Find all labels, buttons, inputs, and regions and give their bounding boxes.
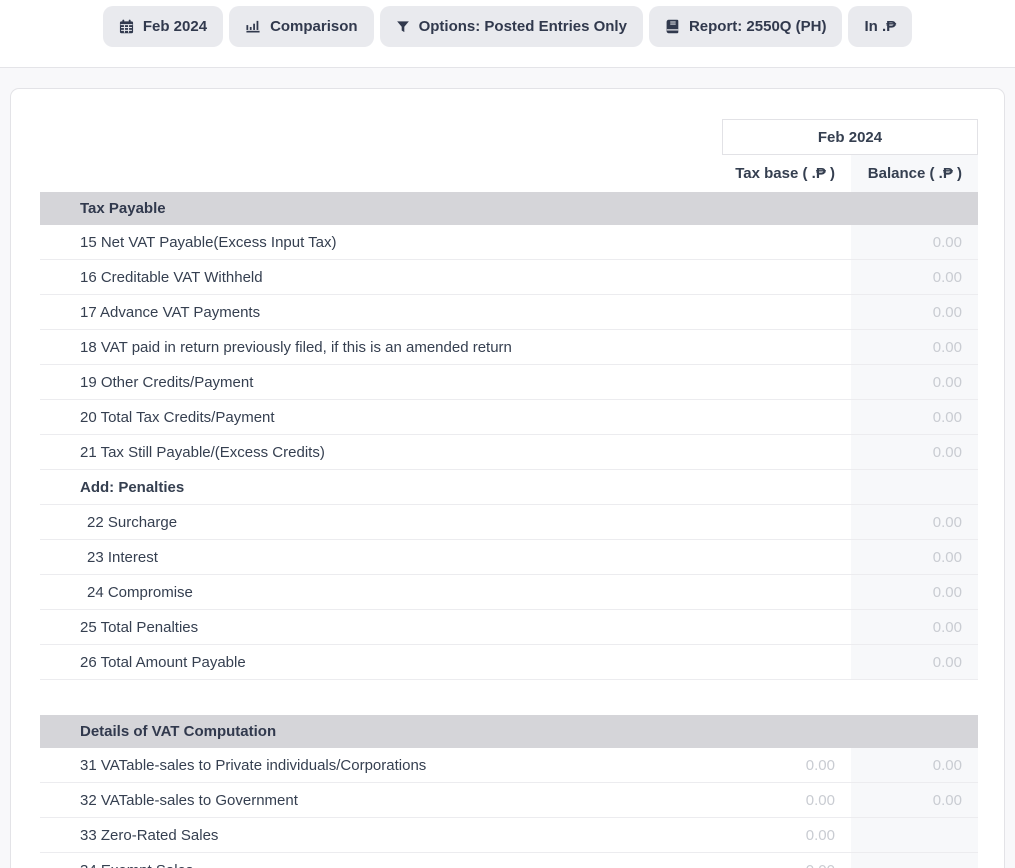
- balance-cell[interactable]: 0.00: [851, 260, 978, 294]
- table-row[interactable]: 18 VAT paid in return previously filed, …: [40, 330, 978, 365]
- tax-base-cell[interactable]: [724, 400, 851, 434]
- table-row[interactable]: 22 Surcharge 0.00: [40, 505, 978, 540]
- balance-cell[interactable]: [851, 818, 978, 852]
- table-row[interactable]: 19 Other Credits/Payment 0.00: [40, 365, 978, 400]
- report-variant-button[interactable]: Report: 2550Q (PH): [649, 6, 843, 47]
- tax-base-cell[interactable]: [724, 330, 851, 364]
- table-row[interactable]: 26 Total Amount Payable 0.00: [40, 645, 978, 680]
- balance-cell[interactable]: 0.00: [851, 330, 978, 364]
- column-header-balance: Balance ( .₱ ): [851, 155, 978, 192]
- tax-base-cell[interactable]: 0.00: [724, 783, 851, 817]
- tax-base-cell[interactable]: [724, 540, 851, 574]
- currency-button-label: In .₱: [864, 18, 896, 35]
- table-row[interactable]: 32 VATable-sales to Government0.000.00: [40, 783, 978, 818]
- row-label[interactable]: 17 Advance VAT Payments: [40, 295, 724, 329]
- table-row[interactable]: 33 Zero-Rated Sales0.00: [40, 818, 978, 853]
- row-label[interactable]: 22 Surcharge: [40, 505, 724, 539]
- period-header-cell: Feb 2024: [722, 119, 978, 155]
- options-button-label: Options: Posted Entries Only: [419, 18, 627, 35]
- tax-base-cell[interactable]: [724, 225, 851, 259]
- tax-base-cell[interactable]: [724, 505, 851, 539]
- tax-base-cell[interactable]: 0.00: [724, 818, 851, 852]
- row-label[interactable]: 23 Interest: [40, 540, 724, 574]
- row-label[interactable]: 25 Total Penalties: [40, 610, 724, 644]
- tax-base-cell[interactable]: [724, 575, 851, 609]
- report-table-body: Tax Payable15 Net VAT Payable(Excess Inp…: [40, 192, 978, 868]
- table-row[interactable]: 34 Exempt Sales0.00: [40, 853, 978, 868]
- section-gap: [40, 680, 978, 715]
- options-button[interactable]: Options: Posted Entries Only: [380, 6, 643, 47]
- tax-base-cell[interactable]: [724, 365, 851, 399]
- tax-base-cell[interactable]: [724, 260, 851, 294]
- calendar-icon: [119, 19, 134, 34]
- row-label[interactable]: 16 Creditable VAT Withheld: [40, 260, 724, 294]
- period-header-row: Feb 2024: [40, 119, 978, 155]
- table-row[interactable]: 25 Total Penalties 0.00: [40, 610, 978, 645]
- balance-cell[interactable]: 0.00: [851, 610, 978, 644]
- row-label[interactable]: 19 Other Credits/Payment: [40, 365, 724, 399]
- balance-cell[interactable]: 0.00: [851, 748, 978, 782]
- currency-button[interactable]: In .₱: [848, 6, 912, 47]
- row-label[interactable]: 34 Exempt Sales: [40, 853, 724, 868]
- report-variant-button-label: Report: 2550Q (PH): [689, 18, 827, 35]
- row-label[interactable]: 24 Compromise: [40, 575, 724, 609]
- row-label[interactable]: 26 Total Amount Payable: [40, 645, 724, 679]
- balance-cell[interactable]: 0.00: [851, 225, 978, 259]
- tax-base-cell[interactable]: [724, 470, 851, 504]
- tax-base-cell[interactable]: [724, 435, 851, 469]
- table-row[interactable]: 21 Tax Still Payable/(Excess Credits) 0.0…: [40, 435, 978, 470]
- period-button[interactable]: Feb 2024: [103, 6, 223, 47]
- page-content: Feb 2024 Tax base ( .₱ ) Balance ( .₱ ) …: [0, 68, 1015, 868]
- balance-cell[interactable]: 0.00: [851, 645, 978, 679]
- tax-base-cell[interactable]: 0.00: [724, 853, 851, 868]
- tax-base-cell[interactable]: [724, 295, 851, 329]
- toolbar: Feb 2024 Comparison Options: Posted Entr…: [0, 0, 1015, 68]
- balance-cell[interactable]: [851, 470, 978, 504]
- row-label[interactable]: 21 Tax Still Payable/(Excess Credits): [40, 435, 724, 469]
- table-row[interactable]: 20 Total Tax Credits/Payment 0.00: [40, 400, 978, 435]
- section-header: Details of VAT Computation: [40, 715, 978, 748]
- row-label[interactable]: 15 Net VAT Payable(Excess Input Tax): [40, 225, 724, 259]
- row-label[interactable]: Add: Penalties: [40, 470, 724, 504]
- balance-cell[interactable]: 0.00: [851, 435, 978, 469]
- table-row[interactable]: 31 VATable-sales to Private individuals/…: [40, 748, 978, 783]
- table-row[interactable]: Add: Penalties: [40, 470, 978, 505]
- balance-cell[interactable]: 0.00: [851, 400, 978, 434]
- report-table: Feb 2024 Tax base ( .₱ ) Balance ( .₱ ) …: [40, 119, 978, 868]
- balance-cell[interactable]: 0.00: [851, 295, 978, 329]
- column-header-tax-base: Tax base ( .₱ ): [724, 155, 851, 192]
- section-header: Tax Payable: [40, 192, 978, 225]
- report-card: Feb 2024 Tax base ( .₱ ) Balance ( .₱ ) …: [10, 88, 1005, 868]
- filter-icon: [396, 20, 410, 34]
- table-row[interactable]: 16 Creditable VAT Withheld 0.00: [40, 260, 978, 295]
- period-button-label: Feb 2024: [143, 18, 207, 35]
- row-label[interactable]: 20 Total Tax Credits/Payment: [40, 400, 724, 434]
- balance-cell[interactable]: [851, 853, 978, 868]
- comparison-button-label: Comparison: [270, 18, 358, 35]
- bar-chart-icon: [245, 19, 261, 34]
- column-header-row: Tax base ( .₱ ) Balance ( .₱ ): [40, 155, 978, 192]
- book-icon: [665, 19, 680, 34]
- table-row[interactable]: 23 Interest 0.00: [40, 540, 978, 575]
- row-label[interactable]: 32 VATable-sales to Government: [40, 783, 724, 817]
- balance-cell[interactable]: 0.00: [851, 783, 978, 817]
- tax-base-cell[interactable]: [724, 610, 851, 644]
- row-label[interactable]: 18 VAT paid in return previously filed, …: [40, 330, 724, 364]
- balance-cell[interactable]: 0.00: [851, 575, 978, 609]
- table-row[interactable]: 24 Compromise 0.00: [40, 575, 978, 610]
- balance-cell[interactable]: 0.00: [851, 365, 978, 399]
- balance-cell[interactable]: 0.00: [851, 505, 978, 539]
- table-row[interactable]: 15 Net VAT Payable(Excess Input Tax) 0.00: [40, 225, 978, 260]
- row-label[interactable]: 31 VATable-sales to Private individuals/…: [40, 748, 724, 782]
- row-label[interactable]: 33 Zero-Rated Sales: [40, 818, 724, 852]
- balance-cell[interactable]: 0.00: [851, 540, 978, 574]
- tax-base-cell[interactable]: [724, 645, 851, 679]
- table-row[interactable]: 17 Advance VAT Payments 0.00: [40, 295, 978, 330]
- comparison-button[interactable]: Comparison: [229, 6, 374, 47]
- tax-base-cell[interactable]: 0.00: [724, 748, 851, 782]
